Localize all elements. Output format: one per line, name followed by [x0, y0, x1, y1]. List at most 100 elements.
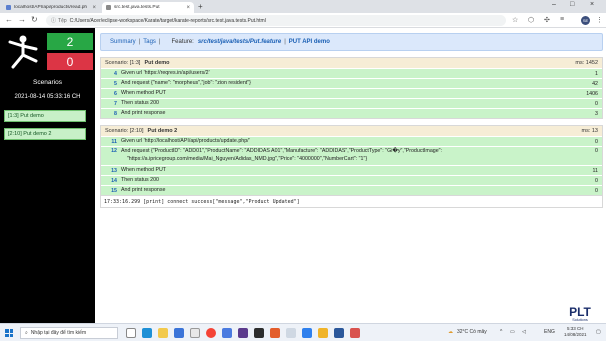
xampp-icon[interactable] — [270, 328, 280, 338]
step-line-number: 12 — [111, 148, 117, 154]
volume-icon[interactable]: ◁ — [522, 329, 526, 335]
weather-text[interactable]: 32°C Có mây — [457, 329, 487, 335]
page-favicon-icon — [106, 5, 111, 10]
edge-icon[interactable] — [142, 328, 152, 338]
browser-tab-bar: localhost/API/api/products/read.ph × src… — [0, 0, 606, 13]
step-line-number: 14 — [111, 177, 117, 184]
report-sidebar: 2 0 Scenarios 2021-08-14 05:33:16 CH [1:… — [0, 28, 95, 323]
close-tab-icon[interactable]: × — [92, 5, 96, 11]
chrome-icon[interactable] — [206, 328, 216, 338]
forward-arrow-icon[interactable]: → — [18, 15, 26, 24]
vscode-icon[interactable] — [302, 328, 312, 338]
language-indicator[interactable]: ENG — [544, 329, 555, 335]
task-view-icon[interactable] — [126, 328, 136, 338]
scenario-block-2: Scenario: [2:10] Put demo 2 ms: 13 11 Gi… — [100, 125, 603, 208]
report-nav: Summary | Tags | Feature: src/test/java/… — [100, 33, 603, 51]
step-row: 12 And request {"ProductID": "ADD01","Pr… — [101, 146, 602, 165]
plt-watermark: PLT Solutions — [562, 306, 598, 322]
summary-link[interactable]: Summary — [110, 39, 136, 45]
step-text: Given url 'http://localhost/API/api/prod… — [121, 137, 250, 144]
extension-icon[interactable]: ⬡ — [528, 16, 534, 24]
minimize-icon[interactable]: – — [552, 1, 556, 8]
page-favicon-icon — [6, 5, 11, 10]
page-viewport: 2 0 Scenarios 2021-08-14 05:33:16 CH [1:… — [0, 28, 606, 323]
nav-separator: | — [138, 39, 141, 45]
sidebar-item-put-demo-2[interactable]: [2:10] Put demo 2 — [4, 128, 86, 140]
feature-path: src/test/java/tests/Put.feature — [197, 39, 282, 45]
step-line-number: 7 — [114, 100, 117, 107]
step-duration: 1406 — [586, 90, 598, 97]
weather-icon[interactable]: ☁ — [448, 329, 453, 335]
mail-icon[interactable] — [190, 328, 200, 338]
photos-icon[interactable] — [222, 328, 232, 338]
search-icon: ⌕ — [25, 330, 28, 336]
plt-tagline: Solutions — [572, 318, 588, 322]
scenario-ref: Scenario: [2:10] — [105, 128, 144, 134]
taskbar-clock[interactable]: 5:33 CH 14/08/2021 — [564, 326, 587, 338]
word-icon[interactable] — [334, 328, 344, 338]
maximize-icon[interactable]: □ — [570, 1, 574, 8]
feature-name: PUT API demo — [288, 39, 330, 45]
folder-icon[interactable] — [318, 328, 328, 338]
print-log-output: 17:33:16.299 [print] connect success["me… — [101, 195, 602, 207]
step-row: 11 Given url 'http://localhost/API/api/p… — [101, 136, 602, 146]
step-line-number: 8 — [114, 110, 117, 117]
feature-label: Feature: — [171, 39, 194, 45]
step-line-number: 11 — [111, 138, 117, 145]
step-duration: 0 — [595, 187, 598, 194]
step-text: When method PUT — [121, 89, 167, 96]
step-duration: 0 — [595, 100, 598, 107]
back-arrow-icon[interactable]: ← — [5, 15, 13, 24]
tab-put-report[interactable]: src.test.java.tests.Put × — [102, 2, 194, 13]
scenario-duration: ms: 1452 — [575, 60, 598, 66]
close-tab-icon[interactable]: × — [186, 5, 190, 11]
scenario-header: Scenario: [1:3] Put demo ms: 1452 — [101, 58, 602, 68]
scenarios-heading: Scenarios — [33, 79, 62, 86]
scenario-block-1: Scenario: [1:3] Put demo ms: 1452 4 Give… — [100, 57, 603, 119]
app-icon[interactable] — [286, 328, 296, 338]
windows-taskbar: ⌕ Nhập tại đây để tìm kiếm ☁ 32°C Có mây… — [0, 323, 606, 341]
report-timestamp: 2021-08-14 05:33:16 CH — [14, 94, 81, 100]
plt-logo-text: PLT — [569, 305, 591, 319]
store-icon[interactable] — [174, 328, 184, 338]
url-text[interactable]: C:/Users/Acer/eclipse-workspace/Karate/t… — [70, 18, 266, 24]
puzzle-icon[interactable]: ✣ — [544, 16, 550, 24]
snip-icon[interactable] — [350, 328, 360, 338]
step-row: 5 And request {"name": "morpheus","job":… — [101, 78, 602, 88]
close-window-icon[interactable]: × — [590, 1, 594, 8]
step-row: 15 And print response 0 — [101, 185, 602, 195]
nav-separator: | — [284, 39, 286, 45]
clock-date: 14/08/2021 — [564, 332, 587, 337]
url-bar[interactable]: ⓘ Tệp C:/Users/Acer/eclipse-workspace/Ka… — [46, 15, 506, 26]
info-icon[interactable]: ⓘ — [51, 17, 56, 24]
step-duration: 0 — [595, 148, 598, 154]
scenario-ref: Scenario: [1:3] — [105, 60, 141, 66]
step-row: 8 And print response 3 — [101, 108, 602, 118]
step-line-number: 4 — [114, 70, 117, 77]
star-bookmark-icon[interactable]: ☆ — [512, 16, 518, 24]
step-text: Then status 200 — [121, 99, 159, 106]
profile-avatar[interactable]: SE — [581, 16, 590, 25]
step-text: And request {"name": "morpheus","job": "… — [121, 79, 251, 86]
step-row: 13 When method PUT 11 — [101, 165, 602, 175]
step-text: Then status 200 — [121, 176, 159, 183]
failed-count-badge: 0 — [47, 53, 93, 70]
eclipse-icon[interactable] — [238, 328, 248, 338]
taskbar-search-input[interactable]: ⌕ Nhập tại đây để tìm kiếm — [20, 327, 118, 339]
notification-icon[interactable]: ▢ — [596, 329, 601, 335]
network-icon[interactable]: ▭ — [510, 329, 515, 335]
tab-products-read[interactable]: localhost/API/api/products/read.ph × — [2, 2, 100, 13]
sidebar-item-put-demo[interactable]: [1:3] Put demo — [4, 110, 86, 122]
menu-kebab-icon[interactable]: ⋮ — [596, 16, 603, 24]
step-duration: 0 — [595, 138, 598, 145]
step-duration: 3 — [595, 110, 598, 117]
reload-icon[interactable]: ↻ — [31, 15, 38, 24]
windows-start-icon[interactable] — [5, 329, 13, 337]
file-explorer-icon[interactable] — [158, 328, 168, 338]
step-line-number: 5 — [114, 80, 117, 87]
tray-chevron-icon[interactable]: ^ — [500, 329, 502, 335]
reading-list-icon[interactable]: ≡ — [560, 16, 564, 23]
terminal-icon[interactable] — [254, 328, 264, 338]
tags-link[interactable]: Tags — [143, 39, 156, 45]
new-tab-plus-icon[interactable]: + — [198, 2, 203, 11]
